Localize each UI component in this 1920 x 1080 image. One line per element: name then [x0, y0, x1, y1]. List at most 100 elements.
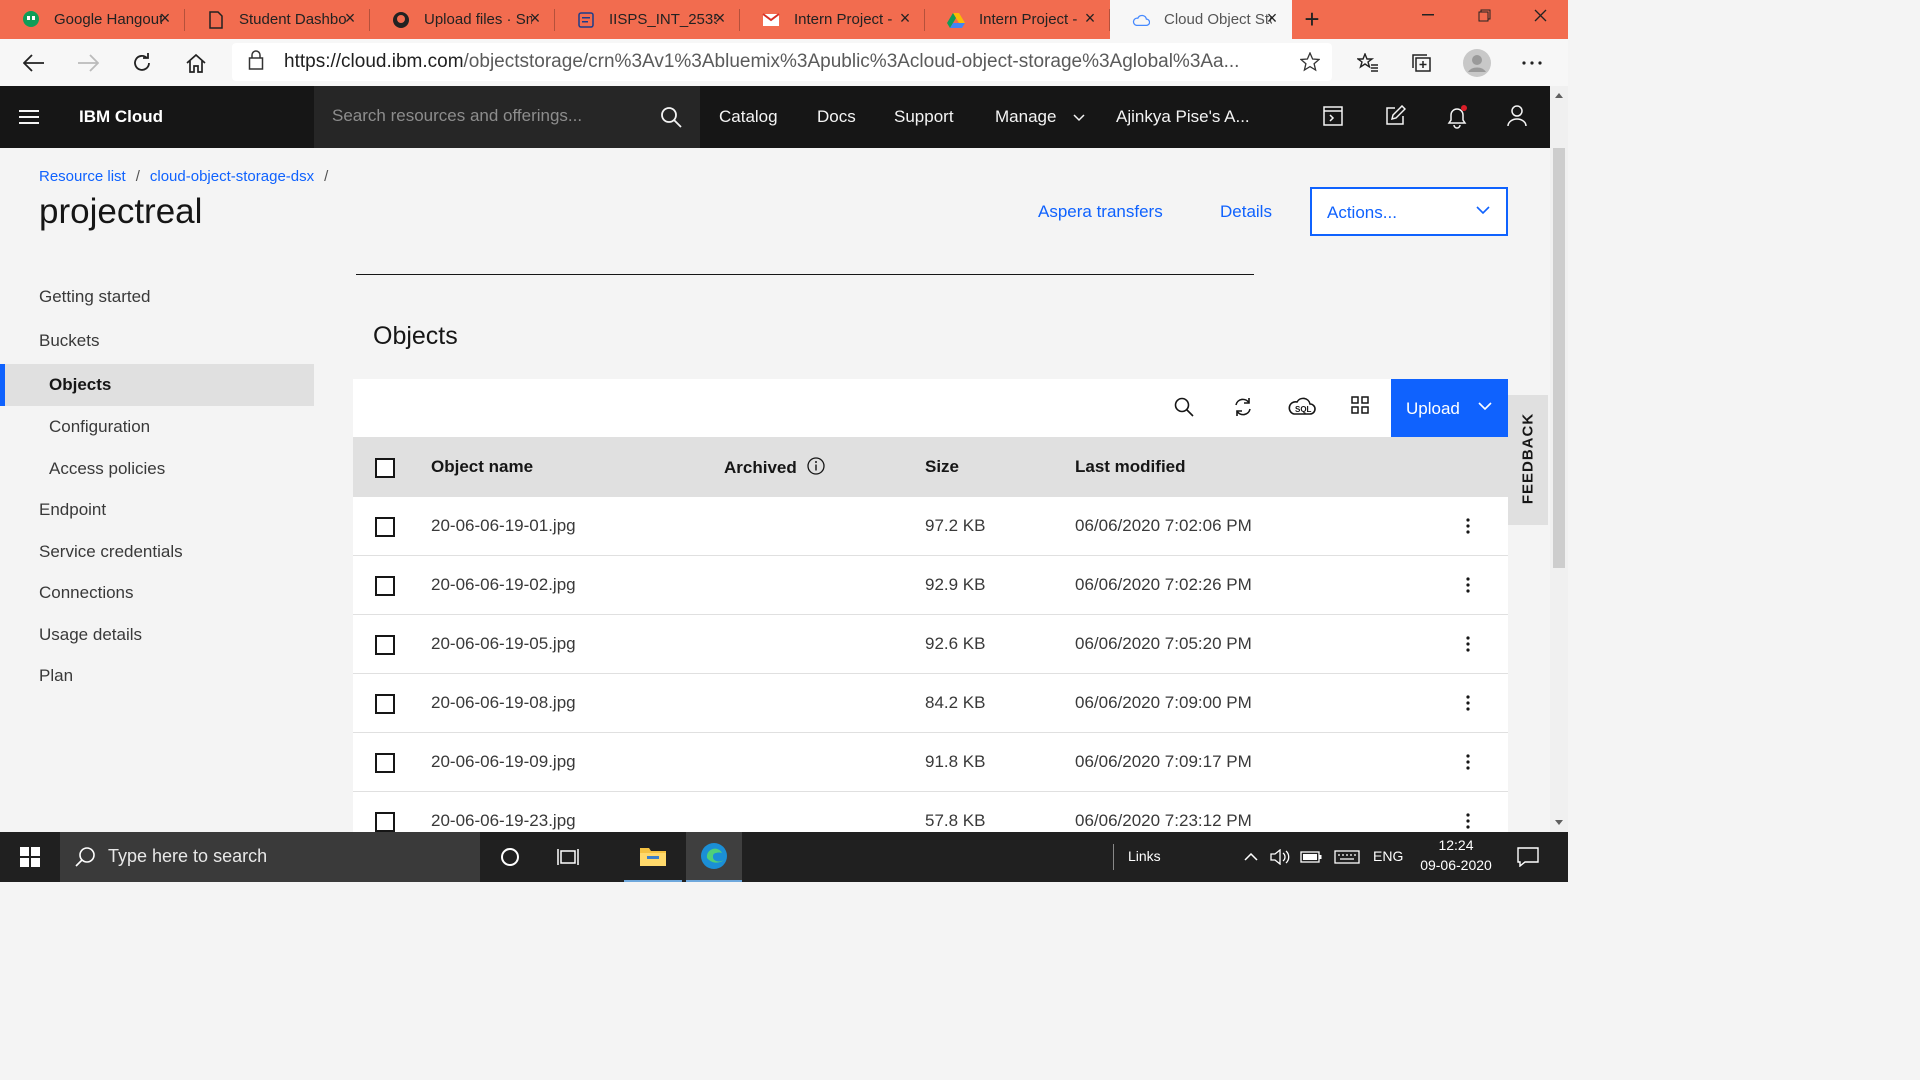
new-tab-button[interactable]: + — [1292, 0, 1332, 39]
terminal-icon[interactable] — [1322, 105, 1346, 129]
edit-icon[interactable] — [1384, 104, 1408, 129]
nav-docs[interactable]: Docs — [817, 107, 856, 127]
browser-tab[interactable]: Google Hangouts × — [0, 0, 185, 39]
windows-start-icon[interactable] — [0, 832, 60, 882]
aspera-transfers-link[interactable]: Aspera transfers — [1038, 202, 1163, 222]
user-icon[interactable] — [1506, 105, 1530, 129]
row-checkbox[interactable] — [375, 812, 395, 832]
column-header-size[interactable]: Size — [925, 457, 959, 477]
column-header-name[interactable]: Object name — [431, 457, 533, 477]
object-name[interactable]: 20-06-06-19-23.jpg — [431, 811, 576, 831]
sidebar-item-getting-started[interactable]: Getting started — [0, 276, 314, 318]
close-icon[interactable]: × — [527, 9, 543, 27]
chevron-up-icon[interactable] — [1240, 832, 1262, 882]
edge-browser-icon[interactable] — [686, 832, 742, 882]
table-row[interactable]: 20-06-06-19-09.jpg 91.8 KB 06/06/2020 7:… — [353, 733, 1508, 792]
system-clock[interactable]: 12:24 09-06-2020 — [1416, 837, 1496, 873]
volume-icon[interactable] — [1268, 832, 1292, 882]
taskbar-links[interactable]: Links — [1128, 848, 1161, 864]
column-header-last-modified[interactable]: Last modified — [1075, 457, 1186, 477]
file-explorer-icon[interactable] — [624, 832, 682, 882]
browser-tab[interactable]: Upload files · Smart × — [370, 0, 555, 39]
object-name[interactable]: 20-06-06-19-05.jpg — [431, 634, 576, 654]
sidebar-item-plan[interactable]: Plan — [0, 655, 314, 697]
row-checkbox[interactable] — [375, 753, 395, 773]
row-checkbox[interactable] — [375, 635, 395, 655]
close-icon[interactable]: × — [1082, 9, 1098, 27]
close-icon[interactable]: × — [712, 9, 728, 27]
sidebar-item-service-credentials[interactable]: Service credentials — [0, 531, 314, 573]
upload-button[interactable]: Upload — [1391, 379, 1508, 437]
minimize-button[interactable] — [1400, 0, 1456, 30]
breadcrumb-storage-instance[interactable]: cloud-object-storage-dsx — [150, 168, 314, 185]
more-options-icon[interactable] — [1514, 47, 1550, 79]
search-icon[interactable] — [660, 106, 682, 133]
page-scrollbar[interactable] — [1550, 86, 1568, 832]
nav-catalog[interactable]: Catalog — [719, 107, 778, 127]
grid-view-icon[interactable] — [1351, 396, 1375, 420]
select-all-checkbox[interactable] — [375, 458, 395, 478]
profile-avatar[interactable] — [1459, 47, 1495, 79]
browser-tab[interactable]: Intern Project - × — [925, 0, 1110, 39]
overflow-menu-icon[interactable] — [1465, 694, 1471, 712]
table-row[interactable]: 20-06-06-19-02.jpg 92.9 KB 06/06/2020 7:… — [353, 556, 1508, 615]
scrollbar-thumb[interactable] — [1553, 148, 1565, 568]
object-name[interactable]: 20-06-06-19-08.jpg — [431, 693, 576, 713]
actions-dropdown[interactable]: Actions... — [1310, 187, 1508, 236]
sidebar-item-endpoint[interactable]: Endpoint — [0, 489, 314, 531]
sidebar-item-access-policies[interactable]: Access policies — [0, 448, 314, 490]
close-icon[interactable]: × — [157, 9, 173, 27]
object-name[interactable]: 20-06-06-19-02.jpg — [431, 575, 576, 595]
home-icon[interactable] — [178, 47, 214, 79]
close-window-button[interactable] — [1512, 0, 1568, 30]
favorites-icon[interactable] — [1350, 47, 1386, 79]
refresh-icon[interactable] — [124, 47, 160, 79]
account-switcher[interactable]: Ajinkya Pise's A... — [1116, 107, 1250, 127]
favorite-star-icon[interactable] — [1299, 51, 1321, 77]
object-name[interactable]: 20-06-06-19-01.jpg — [431, 516, 576, 536]
input-language[interactable]: ENG — [1373, 848, 1403, 864]
browser-tab[interactable]: Intern Project - × — [740, 0, 925, 39]
table-row[interactable]: 20-06-06-19-08.jpg 84.2 KB 06/06/2020 7:… — [353, 674, 1508, 733]
overflow-menu-icon[interactable] — [1465, 517, 1471, 535]
sidebar-item-usage-details[interactable]: Usage details — [0, 614, 314, 656]
details-link[interactable]: Details — [1220, 202, 1272, 222]
overflow-menu-icon[interactable] — [1465, 635, 1471, 653]
browser-tab[interactable]: IISPS_INT_2535_ × — [555, 0, 740, 39]
search-icon[interactable] — [1173, 396, 1197, 420]
taskbar-search-input[interactable] — [108, 846, 448, 867]
table-row[interactable]: 20-06-06-19-23.jpg 57.8 KB 06/06/2020 7:… — [353, 792, 1508, 832]
close-icon[interactable]: × — [1264, 9, 1280, 27]
notifications-icon[interactable] — [1445, 105, 1469, 129]
table-row[interactable]: 20-06-06-19-05.jpg 92.6 KB 06/06/2020 7:… — [353, 615, 1508, 674]
sidebar-item-connections[interactable]: Connections — [0, 572, 314, 614]
sidebar-item-buckets[interactable]: Buckets — [0, 320, 314, 362]
action-center-icon[interactable] — [1508, 832, 1548, 882]
overflow-menu-icon[interactable] — [1465, 753, 1471, 771]
menu-icon[interactable] — [19, 107, 39, 127]
refresh-icon[interactable] — [1232, 396, 1256, 420]
row-checkbox[interactable] — [375, 517, 395, 537]
table-row[interactable]: 20-06-06-19-01.jpg 97.2 KB 06/06/2020 7:… — [353, 497, 1508, 556]
sidebar-item-objects[interactable]: Objects — [0, 364, 314, 406]
back-icon[interactable] — [16, 47, 52, 79]
feedback-tab[interactable]: FEEDBACK — [1508, 395, 1548, 525]
search-input[interactable] — [332, 106, 632, 126]
sql-query-icon[interactable]: SQL — [1287, 396, 1319, 420]
keyboard-icon[interactable] — [1332, 832, 1362, 882]
browser-tab-active[interactable]: Cloud Object Storage × — [1110, 0, 1292, 39]
nav-manage[interactable]: Manage — [995, 107, 1085, 127]
overflow-menu-icon[interactable] — [1465, 576, 1471, 594]
breadcrumb-resource-list[interactable]: Resource list — [39, 168, 126, 185]
browser-tab[interactable]: Student Dashboard × — [185, 0, 370, 39]
forward-icon[interactable] — [70, 47, 106, 79]
brand-logo[interactable]: IBM Cloud — [79, 107, 163, 127]
close-icon[interactable]: × — [897, 9, 913, 27]
row-checkbox[interactable] — [375, 694, 395, 714]
close-icon[interactable]: × — [342, 9, 358, 27]
sidebar-item-configuration[interactable]: Configuration — [0, 406, 314, 448]
battery-icon[interactable] — [1298, 832, 1324, 882]
restore-button[interactable] — [1456, 0, 1512, 30]
task-view-icon[interactable] — [548, 832, 588, 882]
url-field[interactable]: https://cloud.ibm.com/objectstorage/crn%… — [232, 43, 1332, 81]
